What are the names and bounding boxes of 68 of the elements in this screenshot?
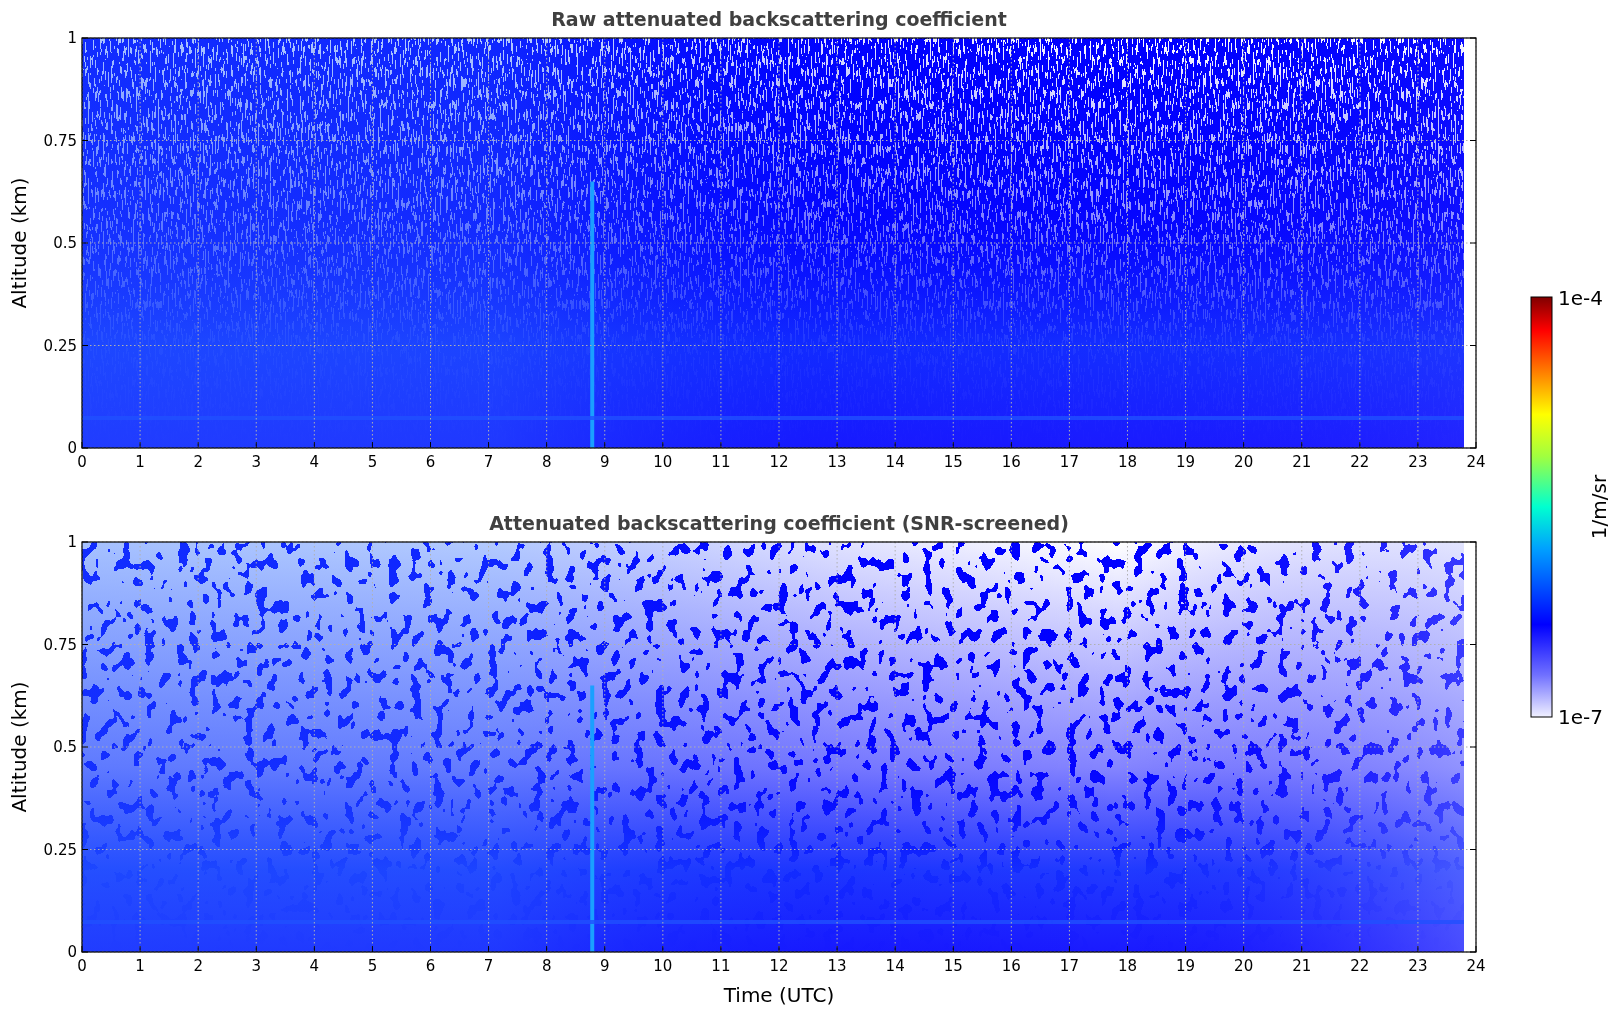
- tick-label: 19: [1176, 957, 1196, 975]
- tick-label: 6: [425, 453, 436, 471]
- tick-label: 7: [483, 957, 494, 975]
- tick-label: 17: [1059, 957, 1079, 975]
- tick-label: 20: [1234, 453, 1254, 471]
- tick-label: 0.75: [43, 131, 77, 150]
- tick-label: 9: [600, 957, 610, 975]
- tick-label: 8: [541, 957, 552, 975]
- tick-label: 18: [1117, 453, 1138, 471]
- tick-label: 11: [711, 453, 731, 471]
- tick-label: 24: [1466, 453, 1486, 471]
- colorbar-max-label: 1e-4: [1558, 286, 1603, 310]
- tick-label: 2: [193, 957, 203, 975]
- tick-label: 14: [885, 453, 905, 471]
- tick-label: 1: [67, 533, 77, 551]
- colorbar-label: 1/m/sr: [1587, 474, 1611, 540]
- tick-label: 13: [827, 957, 847, 975]
- tick-label: 23: [1408, 453, 1428, 471]
- tick-label: 8: [541, 453, 552, 471]
- tick-label: 0.75: [43, 635, 77, 654]
- tick-label: 3: [251, 957, 261, 975]
- tick-label: 10: [653, 957, 673, 975]
- tick-label: 4: [309, 453, 320, 471]
- tick-label: 21: [1292, 957, 1312, 975]
- tick-label: 0.25: [43, 840, 77, 859]
- tick-label: 1: [135, 453, 145, 471]
- tick-label: 7: [483, 453, 494, 471]
- tick-label: 5: [367, 453, 378, 471]
- tick-label: 11: [711, 957, 731, 975]
- tick-label: 1: [135, 957, 145, 975]
- tick-label: 10: [653, 453, 673, 471]
- tick-label: 12: [769, 453, 789, 471]
- tick-label: 0: [67, 943, 77, 961]
- tick-label: 15: [943, 453, 963, 471]
- tick-label: 6: [425, 957, 436, 975]
- tick-label: 22: [1350, 453, 1370, 471]
- tick-label: 23: [1408, 957, 1428, 975]
- tick-label: 14: [885, 957, 905, 975]
- colorbar-min-label: 1e-7: [1558, 705, 1603, 729]
- tick-label: 2: [193, 453, 203, 471]
- tick-label: 12: [769, 957, 789, 975]
- tick-label: 20: [1234, 957, 1254, 975]
- tick-label: 16: [1001, 957, 1021, 975]
- tick-label: 4: [309, 957, 320, 975]
- tick-label: 0.5: [53, 234, 77, 252]
- tick-label: 22: [1350, 957, 1370, 975]
- tick-label: 21: [1292, 453, 1312, 471]
- tick-label: 18: [1117, 957, 1138, 975]
- panel-title: Raw attenuated backscattering coefficient: [551, 8, 1007, 30]
- tick-label: 1: [67, 29, 77, 47]
- tick-label: 17: [1059, 453, 1079, 471]
- tick-label: 0.25: [43, 336, 77, 355]
- tick-label: 0: [67, 439, 77, 457]
- tick-label: 24: [1466, 957, 1486, 975]
- tick-label: 0.5: [53, 738, 77, 756]
- tick-label: 13: [827, 453, 847, 471]
- tick-label: 9: [600, 453, 610, 471]
- tick-label: 0: [77, 453, 87, 471]
- axis-label: Time (UTC): [723, 983, 835, 1007]
- axis-label: Altitude (km): [7, 681, 31, 813]
- tick-label: 5: [367, 957, 378, 975]
- tick-label: 3: [251, 453, 261, 471]
- axis-label: Altitude (km): [7, 177, 31, 309]
- tick-label: 0: [77, 957, 87, 975]
- tick-label: 15: [943, 957, 963, 975]
- panel-title: Attenuated backscattering coefficient (SNR-screened): [489, 512, 1069, 534]
- tick-label: 16: [1001, 453, 1021, 471]
- tick-label: 19: [1176, 453, 1196, 471]
